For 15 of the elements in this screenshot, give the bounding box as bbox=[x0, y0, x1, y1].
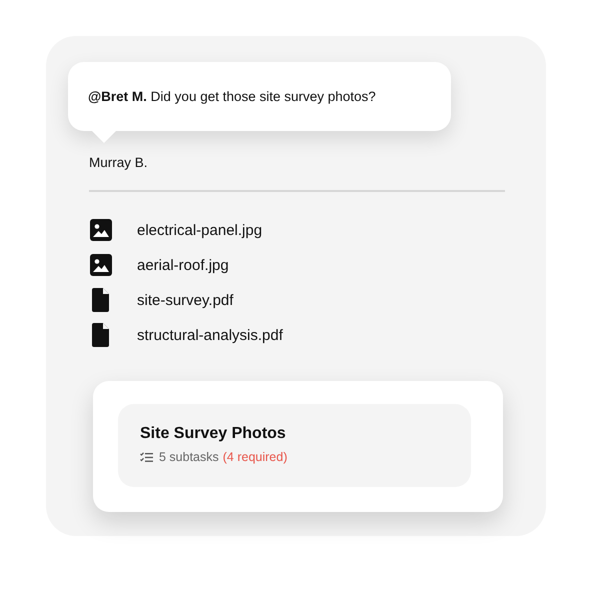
file-link[interactable]: site-survey.pdf bbox=[137, 292, 234, 308]
required-count: (4 required) bbox=[222, 450, 288, 464]
checklist-icon bbox=[140, 452, 153, 462]
task-item[interactable]: Site Survey Photos 5 subtasks (4 required) bbox=[118, 404, 471, 487]
document-icon bbox=[90, 288, 112, 312]
file-link[interactable]: electrical-panel.jpg bbox=[137, 222, 262, 238]
document-icon bbox=[90, 323, 112, 347]
comment-text: @Bret M. Did you get those site survey photos? bbox=[88, 89, 376, 104]
task-title: Site Survey Photos bbox=[140, 425, 287, 443]
subtask-count: 5 subtasks bbox=[159, 450, 219, 464]
image-file-icon bbox=[90, 254, 112, 276]
author-name: Murray B. bbox=[89, 155, 149, 170]
image-file-icon bbox=[90, 219, 112, 241]
file-link[interactable]: aerial-roof.jpg bbox=[137, 256, 229, 274]
file-link[interactable]: structural-analysis.pdf bbox=[137, 326, 283, 344]
